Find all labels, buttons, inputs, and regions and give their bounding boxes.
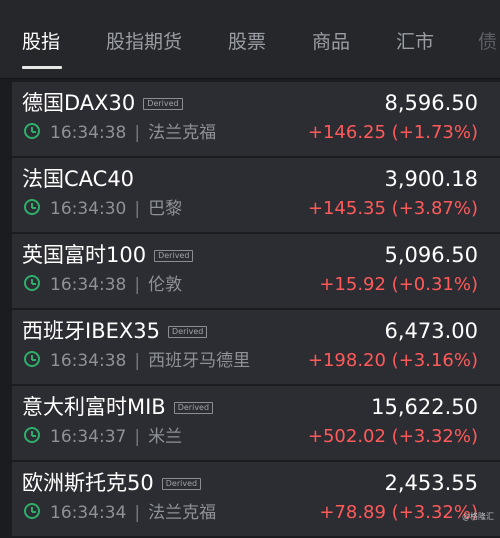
update-time: 16:34:38 xyxy=(50,351,127,371)
price-change: +78.89 (+3.32%) xyxy=(319,502,478,523)
derived-badge: Derived xyxy=(154,250,194,262)
derived-badge: Derived xyxy=(173,402,214,414)
exchange-location: 巴黎 xyxy=(148,199,183,219)
price-change: +15.92 (+0.31%) xyxy=(319,274,478,295)
clock-icon xyxy=(24,351,40,367)
tab-stocks[interactable]: 股票 xyxy=(228,30,266,54)
price-change: +146.25 (+1.73%) xyxy=(307,122,478,143)
index-list: 德国DAX30 Derived 16:34:38 | 法兰克福 8,596.50 +1… xyxy=(12,82,500,538)
list-item[interactable]: 意大利富时MIB Derived 16:34:37 | 米兰 15,622.50 +5… xyxy=(12,386,500,461)
tab-index-futures[interactable]: 股指期货 xyxy=(106,30,182,54)
update-time: 16:34:38 xyxy=(50,275,127,295)
price-value: 5,096.50 xyxy=(384,243,478,267)
tab-bar: 股指 股指期货 股票 商品 汇市 债 xyxy=(0,0,500,79)
exchange-location: 米兰 xyxy=(148,427,183,447)
price-change: +198.20 (+3.16%) xyxy=(307,350,478,371)
derived-badge: Derived xyxy=(143,98,183,110)
exchange-location: 伦敦 xyxy=(148,275,183,295)
list-item[interactable]: 西班牙IBEX35 Derived 16:34:38 | 西班牙马德里 6,473.0… xyxy=(12,310,500,385)
clock-icon xyxy=(24,275,40,291)
separator: | xyxy=(134,199,141,219)
index-name: 德国DAX30 xyxy=(22,91,136,115)
separator: | xyxy=(134,427,141,447)
list-item[interactable]: 德国DAX30 Derived 16:34:38 | 法兰克福 8,596.50 +1… xyxy=(12,82,500,157)
update-time: 16:34:38 xyxy=(50,123,127,143)
index-name: 英国富时100 xyxy=(22,243,147,267)
clock-icon xyxy=(24,427,40,443)
exchange-location: 西班牙马德里 xyxy=(148,351,251,371)
update-time: 16:34:34 xyxy=(50,503,127,523)
separator: | xyxy=(134,123,141,143)
watermark: @格隆汇 xyxy=(462,512,494,521)
price-value: 8,596.50 xyxy=(384,91,478,115)
update-time: 16:34:30 xyxy=(50,199,127,219)
index-name: 欧洲斯托克50 xyxy=(22,471,154,495)
separator: | xyxy=(134,503,141,523)
list-item[interactable]: 法国CAC40 16:34:30 | 巴黎 3,900.18 +145.35 (+3… xyxy=(12,158,500,233)
price-value: 3,900.18 xyxy=(384,167,478,191)
tab-commodities[interactable]: 商品 xyxy=(312,30,350,54)
active-tab-indicator xyxy=(22,66,62,69)
index-name: 西班牙IBEX35 xyxy=(22,319,160,343)
price-value: 2,453.55 xyxy=(384,471,478,495)
index-name: 法国CAC40 xyxy=(22,167,135,191)
exchange-location: 法兰克福 xyxy=(148,503,217,523)
tab-stock-index[interactable]: 股指 xyxy=(22,30,60,54)
clock-icon xyxy=(24,199,40,215)
clock-icon xyxy=(24,123,40,139)
clock-icon xyxy=(24,503,40,519)
price-value: 6,473.00 xyxy=(384,319,478,343)
separator: | xyxy=(134,275,141,295)
derived-badge: Derived xyxy=(167,326,208,338)
derived-badge: Derived xyxy=(161,478,202,490)
price-change: +145.35 (+3.87%) xyxy=(307,198,478,219)
separator: | xyxy=(134,351,141,371)
price-value: 15,622.50 xyxy=(371,395,478,419)
update-time: 16:34:37 xyxy=(50,427,127,447)
exchange-location: 法兰克福 xyxy=(148,123,217,143)
list-item[interactable]: 英国富时100 Derived 16:34:38 | 伦敦 5,096.50 +15.… xyxy=(12,234,500,309)
index-name: 意大利富时MIB xyxy=(22,395,166,419)
price-change: +502.02 (+3.32%) xyxy=(307,426,478,447)
tab-forex[interactable]: 汇市 xyxy=(396,30,434,54)
tab-overflow-fragment[interactable]: 债 xyxy=(478,30,500,58)
